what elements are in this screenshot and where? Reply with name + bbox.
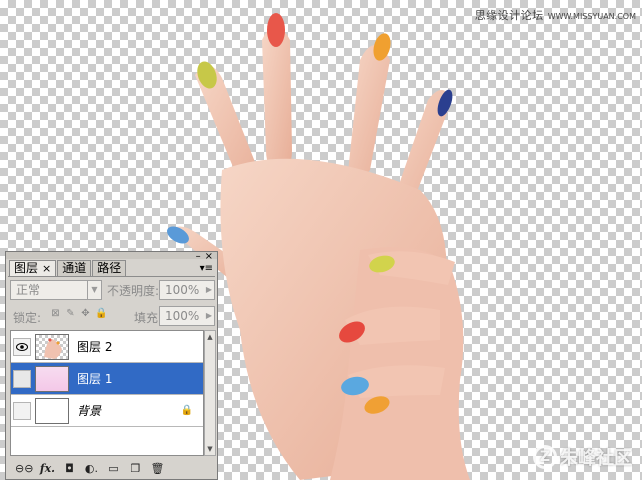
layer-thumbnail [35,397,69,424]
blend-mode-select[interactable]: 正常 ▼ [10,280,102,300]
close-icon[interactable]: × [205,252,213,262]
watermark-top-url: WWW.MISSYUAN.COM [547,12,636,21]
lock-pixels-icon[interactable]: ✎ [65,308,76,319]
adjustment-layer-icon[interactable]: ◐. [83,462,99,476]
lock-transparency-icon[interactable]: ⊠ [50,308,61,319]
lock-fill-row: 锁定: ⊠ ✎ ✥ 🔒 填充: 100% ▶ [10,306,215,326]
layer-name[interactable]: 图层 2 [77,338,112,355]
layer-row-background[interactable]: 背景 🔒 [11,395,203,427]
layer-thumbnail [35,365,69,392]
watermark-logo-icon: Z [533,445,557,469]
scroll-up-icon[interactable]: ▲ [205,331,215,343]
panel-window-controls: – × [196,252,213,262]
fill-input[interactable]: 100% ▶ [159,306,215,326]
layer-row-layer2[interactable]: 图层 2 [11,331,203,363]
blend-opacity-row: 正常 ▼ 不透明度: 100% ▶ [10,280,215,300]
watermark-bottom-text: 朱峰社区 [560,448,632,469]
new-layer-icon[interactable]: ❐ [127,462,143,476]
lock-all-icon[interactable]: 🔒 [95,308,107,319]
layers-bottom-toolbar: ⊖⊖ fx. ◘ ◐. ▭ ❐ 🗑 [9,460,214,478]
fill-label: 填充: [134,311,163,325]
link-layers-icon[interactable]: ⊖⊖ [15,462,33,476]
layer-mask-icon[interactable]: ◘ [61,462,77,476]
watermark-top-text: 思缘设计论坛 [474,9,544,22]
opacity-input[interactable]: 100% ▶ [159,280,215,300]
scroll-down-icon[interactable]: ▼ [205,443,215,455]
panel-titlebar[interactable] [6,252,217,259]
panel-menu-icon[interactable]: ▾≡ [200,264,213,274]
opacity-label: 不透明度: [107,284,160,298]
eye-icon[interactable] [13,337,31,356]
layer-thumbnail [35,333,69,360]
tab-channels-label: 通道 [62,261,87,275]
minimize-icon[interactable]: – [196,252,201,262]
layers-scrollbar[interactable]: ▲ ▼ [204,330,216,456]
tab-channels[interactable]: 通道 [57,260,92,276]
layer-name[interactable]: 背景 [77,402,101,419]
tab-divider [8,276,215,277]
lock-label: 锁定: [13,311,42,325]
opacity-value: 100% [165,283,200,297]
panel-tabs: 图层 × 通道 路径 [9,260,127,276]
chevron-down-icon[interactable]: ▼ [87,281,101,299]
layer-row-layer1[interactable]: 图层 1 [11,363,203,395]
fill-arrow-icon[interactable]: ▶ [206,307,212,325]
tab-paths[interactable]: 路径 [92,260,127,276]
lock-icon: 🔒 [180,405,193,416]
lock-position-icon[interactable]: ✥ [80,308,91,319]
watermark-bottom: Z 朱峰社区 [533,444,632,470]
tab-layers[interactable]: 图层 × [9,260,57,276]
layer-style-icon[interactable]: fx. [39,462,55,476]
tab-paths-label: 路径 [97,261,122,275]
opacity-arrow-icon[interactable]: ▶ [206,281,212,299]
blend-mode-value: 正常 [16,283,41,297]
layers-list: 图层 2 图层 1 背景 🔒 [10,330,204,456]
lock-options: ⊠ ✎ ✥ 🔒 [50,308,107,319]
visibility-toggle[interactable] [13,369,31,388]
new-group-icon[interactable]: ▭ [105,462,121,476]
fill-value: 100% [165,309,200,323]
tab-layers-label: 图层 [14,261,39,275]
delete-layer-icon[interactable]: 🗑 [149,462,165,476]
layers-panel: – × 图层 × 通道 路径 ▾≡ 正常 ▼ 不透明度: 100% ▶ 锁定: … [5,251,218,480]
tab-close-icon[interactable]: × [42,261,51,276]
layer-name[interactable]: 图层 1 [77,370,112,387]
watermark-top: 思缘设计论坛 WWW.MISSYUAN.COM [475,7,636,23]
visibility-toggle[interactable] [13,401,31,420]
